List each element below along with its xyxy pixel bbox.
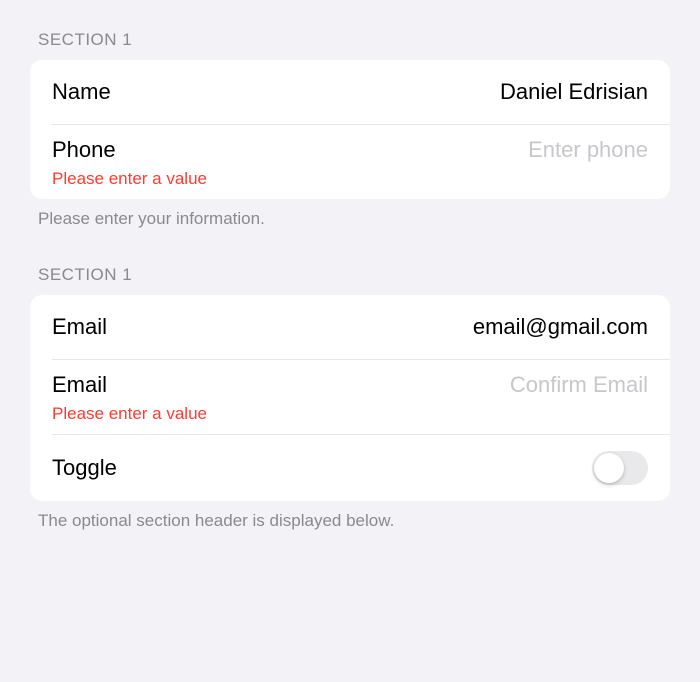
phone-row[interactable]: Phone Please enter a value [30, 125, 670, 199]
email-confirm-field[interactable] [368, 372, 648, 398]
section-2-footer: The optional section header is displayed… [0, 501, 700, 531]
section-2-group: Email Email Please enter a value Toggle [30, 295, 670, 501]
email-row[interactable]: Email [30, 295, 670, 359]
toggle-switch[interactable] [592, 451, 648, 485]
phone-error: Please enter a value [52, 169, 648, 189]
section-1-group: Name Phone Please enter a value [30, 60, 670, 199]
name-field[interactable] [368, 79, 648, 105]
toggle-row: Toggle [30, 435, 670, 501]
phone-field[interactable] [368, 137, 648, 163]
email-field[interactable] [368, 314, 648, 340]
toggle-knob [594, 453, 624, 483]
toggle-label: Toggle [52, 455, 117, 481]
email-confirm-error: Please enter a value [52, 404, 648, 424]
section-2-header: SECTION 1 [0, 265, 700, 295]
email-confirm-label: Email [52, 372, 107, 398]
phone-label: Phone [52, 137, 116, 163]
email-label: Email [52, 314, 107, 340]
email-confirm-row[interactable]: Email Please enter a value [30, 360, 670, 434]
name-label: Name [52, 79, 111, 105]
name-row[interactable]: Name [30, 60, 670, 124]
section-1-header: SECTION 1 [0, 30, 700, 60]
section-1-footer: Please enter your information. [0, 199, 700, 229]
